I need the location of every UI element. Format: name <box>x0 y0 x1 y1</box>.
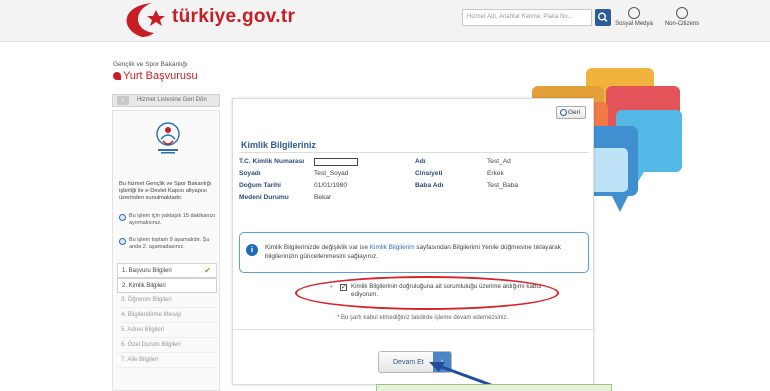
required-note-text: Bu şartı kabul etmediğiniz takdirde işle… <box>339 315 509 321</box>
step-item[interactable]: 2. Kimlik Bilgileri <box>117 278 217 293</box>
step-label: 3. Öğrenim Bilgileri <box>121 297 172 303</box>
ministry-name: Gençlik ve Spor Bakanlığı <box>113 61 188 68</box>
step-item: 5. Adres Bilgileri <box>117 323 217 338</box>
identity-grid: T.C. Kimlik Numarası Adı Test_Ad Soyadı … <box>239 158 589 206</box>
globe-icon <box>676 7 688 19</box>
steps-note: Bu işlem toplam 9 aşamalıdır. Şu anda 2.… <box>119 237 219 251</box>
divider <box>233 329 595 330</box>
step-item: 6. Özel Durum Bilgileri <box>117 338 217 353</box>
field-label: Soyadı <box>239 170 261 177</box>
step-label: 2. Kimlik Bilgileri <box>122 283 166 289</box>
kimlik-bilgilerim-link[interactable]: Kimlik Bilgilerim <box>370 244 415 251</box>
clock-icon <box>119 214 126 221</box>
site-logo-text[interactable]: türkiye.gov.tr <box>172 6 295 28</box>
service-description: Bu hizmet Gençlik ve Spor Bakanlığı işbi… <box>119 181 212 201</box>
sidebar: Bu hizmet Gençlik ve Spor Bakanlığı işbi… <box>112 110 220 391</box>
field-value: Erkek <box>487 170 504 177</box>
field-label: T.C. Kimlik Numarası <box>239 158 305 165</box>
info-text-part: Kimlik Bilgilerinizde değişiklik var ise <box>265 244 370 251</box>
field-value: 01/01/1980 <box>314 182 348 189</box>
chevron-left-icon: ‹ <box>117 96 129 105</box>
back-button-label: Geri <box>568 109 581 116</box>
card-title: Kimlik Bilgileriniz <box>241 140 317 150</box>
step-item: 4. Bilgilendirme Mesajı <box>117 308 217 323</box>
steps-note-text: Bu işlem toplam 9 aşamalıdır. Şu anda 2.… <box>129 237 210 250</box>
info-icon: i <box>246 244 258 256</box>
non-citizens-link[interactable]: Non-Citizens <box>652 7 712 27</box>
info-box: i Kimlik Bilgilerinizde değişiklik var i… <box>239 232 589 273</box>
service-icon <box>113 72 121 80</box>
required-note: * Bu şartı kabul etmediğiniz takdirde iş… <box>337 315 508 321</box>
field-label: Adı <box>415 158 426 165</box>
back-to-list-button[interactable]: ‹ Hizmet Listesine Geri Dön <box>112 94 220 107</box>
step-label: 7. Aile Bilgileri <box>121 357 159 363</box>
step-label: 4. Bilgilendirme Mesajı <box>121 312 182 318</box>
tc-number-masked <box>314 158 358 168</box>
field-value: Bekar <box>314 194 332 201</box>
back-button[interactable]: Geri <box>556 106 586 119</box>
step-label: 5. Adres Bilgileri <box>121 327 165 333</box>
continue-label: Devam Et <box>393 359 424 366</box>
social-media-label: Sosyal Medya <box>615 21 653 27</box>
social-media-icon <box>628 7 640 19</box>
time-note-text: Bu işlem için yaklaşık 15 dakikanızı ayı… <box>129 213 216 226</box>
identity-row: Doğum Tarihi 01/01/1980 Baba Adı Test_Ba… <box>239 182 589 194</box>
back-to-list-label: Hizmet Listesine Geri Dön <box>137 97 207 103</box>
field-value: Test_Ad <box>487 158 511 165</box>
time-note: Bu işlem için yaklaşık 15 dakikanızı ayı… <box>119 213 219 227</box>
main-panel: Geri Kimlik Bilgileriniz T.C. Kimlik Num… <box>232 98 595 385</box>
info-text: Kimlik Bilgilerinizde değişiklik var ise… <box>265 243 585 261</box>
annotation-red-oval <box>295 276 559 310</box>
divider <box>239 152 589 153</box>
field-label: Baba Adı <box>415 182 444 189</box>
non-citizens-label: Non-Citizens <box>664 21 700 27</box>
identity-row: T.C. Kimlik Numarası Adı Test_Ad <box>239 158 589 170</box>
ministry-emblem-icon <box>156 122 180 154</box>
step-item: 7. Aile Bilgileri <box>117 353 217 368</box>
back-arrow-icon <box>560 109 567 116</box>
check-icon: ✔ <box>204 266 211 275</box>
identity-row: Soyadı Test_Soyad Cinsiyeti Erkek <box>239 170 589 182</box>
step-item: 3. Öğrenim Bilgileri <box>117 293 217 308</box>
steps-info-icon <box>119 238 126 245</box>
search-input[interactable]: Hizmet Adı, Anahtar Kelime, Plaka No... <box>462 9 592 26</box>
step-list: 1. Başvuru Bilgileri ✔ 2. Kimlik Bilgiler… <box>117 263 217 368</box>
field-label: Medeni Durumu <box>239 194 289 201</box>
step-label: 1. Başvuru Bilgileri <box>122 268 172 274</box>
service-title: Yurt Başvurusu <box>113 70 198 82</box>
field-value: Test_Soyad <box>314 170 349 177</box>
step-label: 6. Özel Durum Bilgileri <box>121 342 181 348</box>
field-value: Test_Baba <box>487 182 519 189</box>
identity-row: Medeni Durumu Bekar <box>239 194 589 206</box>
field-label: Doğum Tarihi <box>239 182 282 189</box>
field-label: Cinsiyeti <box>415 170 443 177</box>
service-title-text: Yurt Başvurusu <box>123 70 198 82</box>
site-header: türkiye.gov.tr Hizmet Adı, Anahtar Kelim… <box>0 0 770 42</box>
success-bar <box>376 384 612 391</box>
step-item[interactable]: 1. Başvuru Bilgileri ✔ <box>117 263 217 278</box>
